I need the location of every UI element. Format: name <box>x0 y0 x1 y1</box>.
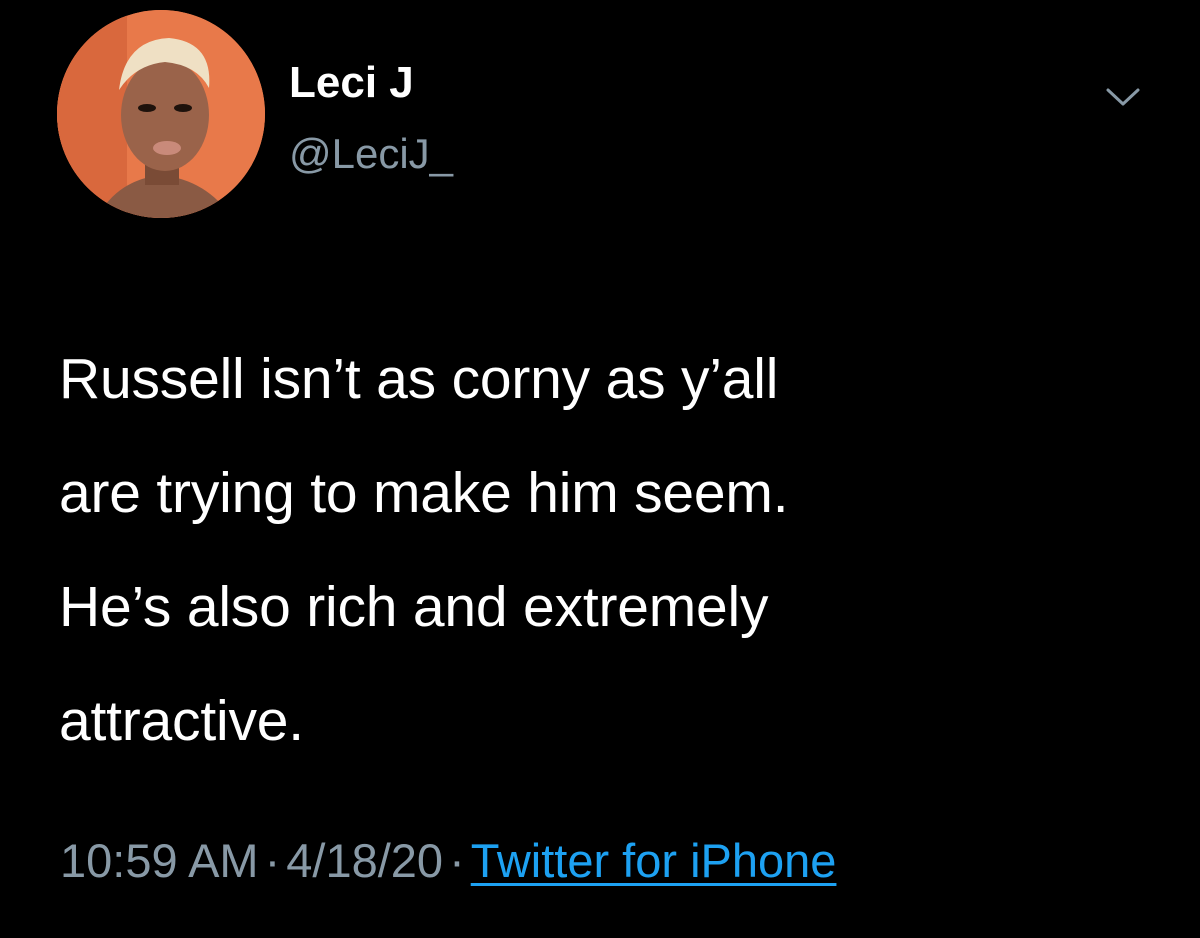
tweet-text-line: attractive. <box>59 689 304 753</box>
meta-separator: · <box>264 834 281 887</box>
meta-separator: · <box>449 834 465 887</box>
tweet-date[interactable]: 4/18/20 <box>286 834 443 887</box>
avatar[interactable] <box>57 10 265 218</box>
user-handle[interactable]: @LeciJ_ <box>289 127 453 181</box>
tweet-card: Leci J @LeciJ_ Russell isn’t as corny as… <box>0 0 1200 938</box>
display-name[interactable]: Leci J <box>289 55 414 111</box>
tweet-text-line: are trying to make him seem. <box>59 461 789 525</box>
chevron-down-icon[interactable] <box>1100 82 1146 112</box>
tweet-time[interactable]: 10:59 AM <box>60 834 259 887</box>
tweet-text-line: Russell isn’t as corny as y’all <box>59 347 779 411</box>
tweet-text: Russell isn’t as corny as y’all are tryi… <box>59 322 1169 778</box>
source-link[interactable]: Twitter for iPhone <box>471 834 837 887</box>
tweet-meta: 10:59 AM · 4/18/20 · Twitter for iPhone <box>60 830 836 892</box>
profile-photo-icon <box>57 10 265 218</box>
tweet-text-line: He’s also rich and extremely <box>59 575 769 639</box>
